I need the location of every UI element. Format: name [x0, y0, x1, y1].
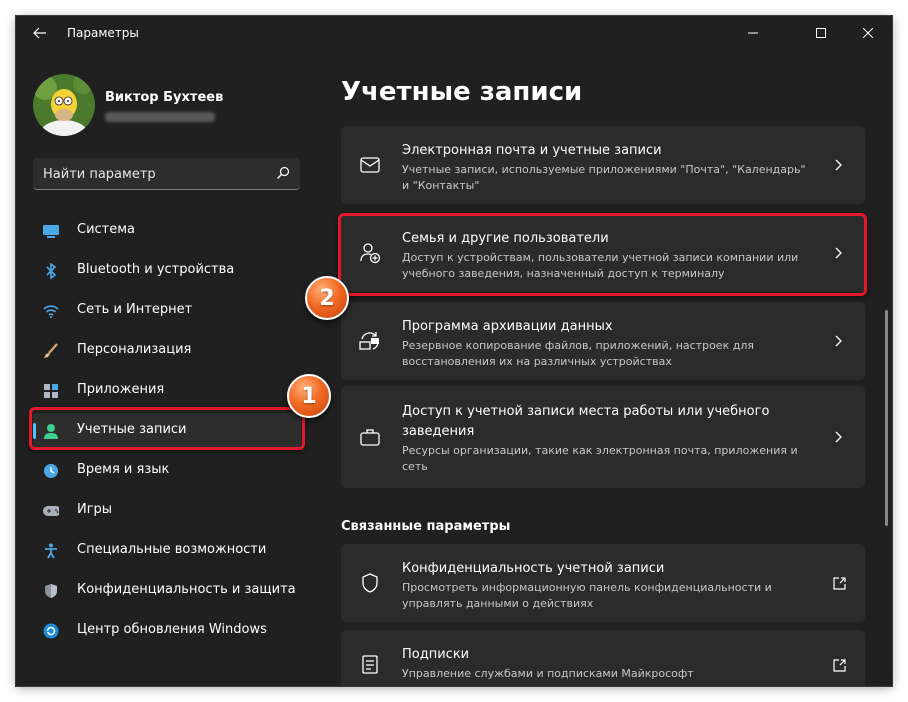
sidebar-item-accessibility[interactable]: Специальные возможности [33, 533, 301, 569]
backup-icon [359, 330, 381, 352]
chevron-right-icon [831, 157, 847, 173]
sidebar-item-label: Bluetooth и устройства [77, 262, 235, 277]
chevron-right-icon [831, 429, 847, 445]
card-title: Доступ к учетной записи места работы или… [402, 404, 770, 439]
card-work-school[interactable]: Доступ к учетной записи места работы или… [341, 386, 865, 488]
card-description: Учетные записи, используемые приложениям… [402, 163, 806, 192]
card-title: Электронная почта и учетные записи [402, 143, 662, 158]
sidebar-item-bluetooth[interactable]: Bluetooth и устройства [33, 253, 301, 289]
shield-icon [43, 583, 59, 599]
sidebar-item-label: Время и язык [77, 462, 170, 477]
search-input[interactable] [33, 158, 275, 190]
close-button[interactable] [845, 16, 891, 50]
sidebar-item-personalization[interactable]: Персонализация [33, 333, 301, 369]
system-icon [43, 223, 59, 239]
step-badge-2: 2 [305, 276, 349, 320]
sidebar-item-label: Специальные возможности [77, 542, 267, 557]
sidebar-item-network[interactable]: Сеть и Интернет [33, 293, 301, 329]
minimize-icon [748, 32, 758, 34]
card-description: Просмотреть информационную панель конфид… [402, 581, 772, 610]
sidebar-item-label: Центр обновления Windows [77, 622, 267, 637]
user-name: Виктор Бухтеев [105, 90, 224, 105]
settings-window: Параметры Виктор Бухтеев Найти параметр … [16, 16, 892, 686]
sidebar-item-label: Приложения [77, 382, 165, 397]
highlight-family-card [338, 213, 867, 296]
card-description: Управление службами и подписками Майкрос… [402, 667, 694, 680]
search-box[interactable] [33, 158, 300, 190]
mail-icon [359, 154, 381, 176]
briefcase-icon [359, 426, 381, 448]
sidebar-item-label: Персонализация [77, 342, 192, 357]
user-email-blurred [105, 112, 215, 122]
highlight-accounts [29, 407, 305, 450]
back-arrow-icon [33, 27, 46, 39]
external-link-icon [831, 575, 847, 591]
sidebar-item-time-language[interactable]: Время и язык [33, 453, 301, 489]
sidebar-item-privacy[interactable]: Конфиденциальность и защита [33, 573, 301, 609]
card-description: Резервное копирование файлов, приложений… [402, 339, 754, 368]
card-description: Ресурсы организации, такие как электронн… [402, 444, 798, 473]
title-bar: Параметры [16, 16, 892, 50]
card-subscriptions[interactable]: Подписки Управление службами и подпискам… [341, 630, 865, 686]
sidebar-item-label: Игры [77, 502, 113, 517]
apps-icon [43, 383, 59, 399]
minimize-button[interactable] [730, 16, 776, 50]
bluetooth-icon [43, 263, 59, 279]
sidebar-item-gaming[interactable]: Игры [33, 493, 301, 529]
close-icon [863, 28, 873, 38]
sidebar-item-label: Сеть и Интернет [77, 302, 193, 317]
app-title: Параметры [67, 26, 139, 40]
card-backup[interactable]: Программа архивации данных Резервное коп… [341, 302, 865, 380]
sidebar-item-windows-update[interactable]: Центр обновления Windows [33, 613, 301, 649]
sidebar-item-system[interactable]: Система [33, 213, 301, 249]
card-title: Подписки [402, 647, 470, 662]
accessibility-icon [43, 543, 59, 559]
avatar[interactable] [33, 74, 95, 136]
page-title: Учетные записи [341, 77, 583, 107]
maximize-icon [816, 28, 826, 38]
update-icon [43, 623, 59, 639]
card-email-accounts[interactable]: Электронная почта и учетные записи Учетн… [341, 126, 865, 204]
chevron-right-icon [831, 333, 847, 349]
sidebar-item-apps[interactable]: Приложения [33, 373, 301, 409]
sidebar-item-label: Конфиденциальность и защита [77, 582, 296, 597]
related-settings-title: Связанные параметры [341, 519, 511, 534]
card-account-privacy[interactable]: Конфиденциальность учетной записи Просмо… [341, 544, 865, 622]
search-icon[interactable] [276, 166, 290, 180]
card-title: Конфиденциальность учетной записи [402, 561, 665, 576]
clock-globe-icon [43, 463, 59, 479]
shield-outline-icon [359, 572, 381, 594]
subscriptions-icon [359, 654, 381, 676]
gamepad-icon [43, 503, 59, 519]
step-badge-1: 1 [287, 374, 331, 418]
maximize-button[interactable] [798, 16, 844, 50]
brush-icon [43, 343, 59, 359]
wifi-icon [43, 303, 59, 319]
back-button[interactable] [28, 23, 52, 43]
scrollbar[interactable] [885, 310, 888, 526]
card-title: Программа архивации данных [402, 319, 613, 334]
external-link-icon [831, 657, 847, 673]
sidebar-item-label: Система [77, 222, 136, 237]
